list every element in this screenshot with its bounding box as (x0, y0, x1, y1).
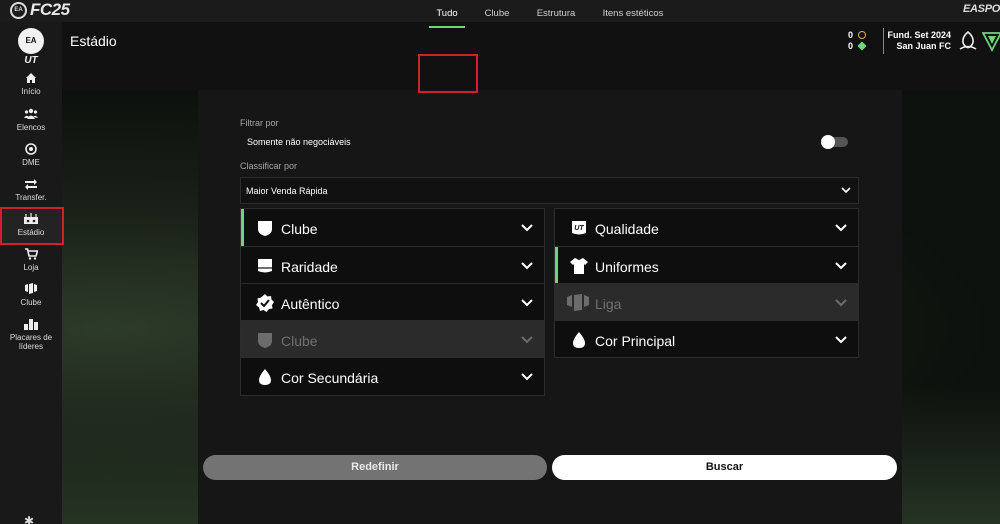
filter-label: Uniformes (595, 259, 659, 275)
tab-clube[interactable]: Clube (480, 0, 514, 30)
sidebar: EA UT Início Elencos DME Transfer. Estád… (0, 22, 62, 524)
chevron-down-icon (835, 262, 847, 270)
ball-icon (0, 143, 62, 157)
sidebar-item-label: Transfer. (15, 193, 47, 202)
chevron-down-icon (521, 373, 533, 381)
untradeable-label: Somente não negociáveis (247, 137, 351, 147)
filter-label: Cor Principal (595, 333, 676, 349)
sort-dropdown[interactable]: Maior Venda Rápida (240, 177, 859, 204)
fc25-logo: FC25 (30, 0, 70, 19)
sidebar-item-label: DME (22, 158, 40, 167)
filter-column-left: Clube Raridade Autêntico Clube Cor Secun… (240, 208, 545, 396)
sidebar-item-label: Estádio (17, 228, 45, 237)
squad-icon (0, 108, 62, 122)
filter-label: Qualidade (595, 221, 659, 237)
filter-qualidade[interactable]: UT Qualidade (555, 209, 858, 247)
sidebar-item-label: Início (21, 87, 41, 96)
sidebar-item-label: Clube (20, 298, 42, 307)
ut-label: UT (24, 55, 38, 66)
search-button[interactable]: Buscar (552, 455, 897, 480)
cart-icon (0, 248, 62, 262)
filter-label: Liga (595, 296, 622, 312)
card-rarity-icon (258, 259, 272, 273)
sidebar-item-label: Placares de líderes (9, 333, 53, 351)
toggle-knob (821, 135, 835, 149)
tab-tudo[interactable]: Tudo (426, 0, 468, 30)
shield-icon (258, 221, 272, 236)
club-icon (0, 283, 62, 297)
filter-by-label: Filtrar por (240, 118, 279, 128)
sidebar-item-inicio[interactable]: Início (0, 72, 62, 102)
filter-column-right: UT Qualidade Uniformes Liga Cor Principa… (554, 208, 859, 358)
verified-badge-icon (256, 294, 274, 312)
chevron-down-icon (835, 224, 847, 232)
stadium-icon (0, 213, 62, 227)
header-divider (883, 28, 884, 54)
home-icon (0, 72, 62, 86)
sidebar-item-dme[interactable]: DME (0, 143, 62, 173)
shirt-icon (570, 258, 588, 274)
club-founded: Fund. Set 2024 (887, 30, 951, 40)
ea-sports-logo: EASPO (962, 3, 1000, 15)
filter-cor-secundaria[interactable]: Cor Secundária (241, 357, 544, 395)
filter-label: Clube (281, 333, 318, 349)
ea-logo: EA (10, 2, 27, 19)
club-crest-icon[interactable] (957, 30, 979, 52)
filter-liga-disabled: Liga (555, 283, 858, 321)
coins-value: 0 (848, 30, 854, 40)
settings-gear-icon[interactable]: ✱ (24, 514, 34, 524)
selected-accent (241, 209, 244, 247)
points-balance: 0 (848, 41, 867, 51)
filter-autentico[interactable]: Autêntico (241, 283, 544, 321)
sidebar-item-label: Loja (23, 263, 39, 272)
division-badge-icon (982, 32, 1000, 52)
tab-itens-esteticos[interactable]: Itens estéticos (597, 0, 669, 30)
filter-label: Autêntico (281, 296, 340, 312)
filter-label: Raridade (281, 259, 338, 275)
filter-label: Clube (281, 221, 318, 237)
sidebar-item-clube[interactable]: Clube (0, 283, 62, 313)
tab-highlight-box (418, 54, 478, 93)
coins-balance: 0 (848, 30, 866, 40)
selected-accent (555, 247, 558, 284)
filter-cor-principal[interactable]: Cor Principal (555, 320, 858, 358)
sidebar-item-label: Elencos (16, 123, 46, 132)
ut-quality-icon: UT (572, 221, 586, 235)
sort-by-label: Classificar por (240, 161, 298, 171)
chevron-down-icon (835, 336, 847, 344)
sidebar-item-elencos[interactable]: Elencos (0, 108, 62, 138)
chevron-down-icon (841, 187, 851, 194)
ultimate-team-logo: EA (18, 28, 44, 54)
svg-text:UT: UT (574, 225, 584, 232)
leaderboard-icon (0, 318, 62, 332)
filter-label: Cor Secundária (281, 370, 379, 386)
reset-button[interactable]: Redefinir (203, 455, 547, 480)
sort-value: Maior Venda Rápida (246, 186, 328, 196)
club-name: San Juan FC (896, 41, 951, 51)
tab-estrutura[interactable]: Estrutura (532, 0, 580, 30)
chevron-down-icon (521, 299, 533, 307)
sidebar-item-loja[interactable]: Loja (0, 248, 62, 278)
points-value: 0 (848, 41, 854, 51)
filter-clube[interactable]: Clube (241, 209, 544, 247)
sidebar-item-estadio[interactable]: Estádio (0, 210, 62, 244)
chevron-down-icon (521, 262, 533, 270)
chevron-down-icon (521, 224, 533, 232)
filter-raridade[interactable]: Raridade (241, 246, 544, 284)
chevron-down-icon (521, 336, 533, 344)
drop-icon (573, 332, 585, 348)
page-title: Estádio (70, 33, 117, 49)
transfer-icon (0, 178, 62, 192)
league-icon (567, 294, 589, 311)
points-icon (857, 41, 867, 51)
sidebar-item-placares[interactable]: Placares de líderes (0, 318, 62, 358)
filter-clube-disabled: Clube (241, 320, 544, 358)
coin-icon (857, 31, 866, 39)
untradeable-toggle[interactable] (821, 135, 848, 149)
chevron-down-icon (835, 299, 847, 307)
filter-uniformes[interactable]: Uniformes (555, 246, 858, 284)
shield-icon (258, 333, 272, 348)
sidebar-item-transfer[interactable]: Transfer. (0, 178, 62, 208)
drop-icon (259, 369, 271, 385)
